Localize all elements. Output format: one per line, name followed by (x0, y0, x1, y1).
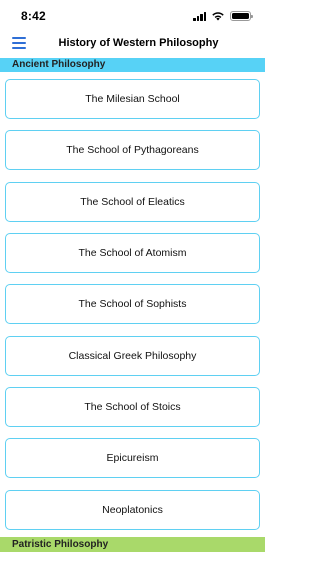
list-item-atomism[interactable]: The School of Atomism (5, 233, 260, 273)
list-item-sophists[interactable]: The School of Sophists (5, 284, 260, 324)
section-header-ancient-philosophy: Ancient Philosophy (0, 58, 265, 72)
list-item-epicureism[interactable]: Epicureism (5, 438, 260, 478)
status-icons (193, 11, 253, 21)
list-item-neoplatonics[interactable]: Neoplatonics (5, 490, 260, 530)
list-item-classical-greek[interactable]: Classical Greek Philosophy (5, 336, 260, 376)
navigation-bar: History of Western Philosophy (0, 30, 265, 57)
status-bar: 8:42 (0, 0, 265, 30)
list-item-stoics[interactable]: The School of Stoics (5, 387, 260, 427)
battery-icon (230, 11, 253, 21)
status-time: 8:42 (21, 9, 46, 23)
section-header-patristic-philosophy: Patristic Philosophy (0, 537, 265, 552)
bottom-area (0, 552, 265, 574)
list-item-eleatics[interactable]: The School of Eleatics (5, 182, 260, 222)
app-screen: 8:42 History of Western Philosophy Ancie… (0, 0, 265, 574)
page-title: History of Western Philosophy (58, 37, 219, 49)
list-item-milesian-school[interactable]: The Milesian School (5, 79, 260, 119)
cellular-signal-icon (193, 11, 206, 21)
wifi-icon (212, 12, 224, 21)
list-item-pythagoreans[interactable]: The School of Pythagoreans (5, 130, 260, 170)
